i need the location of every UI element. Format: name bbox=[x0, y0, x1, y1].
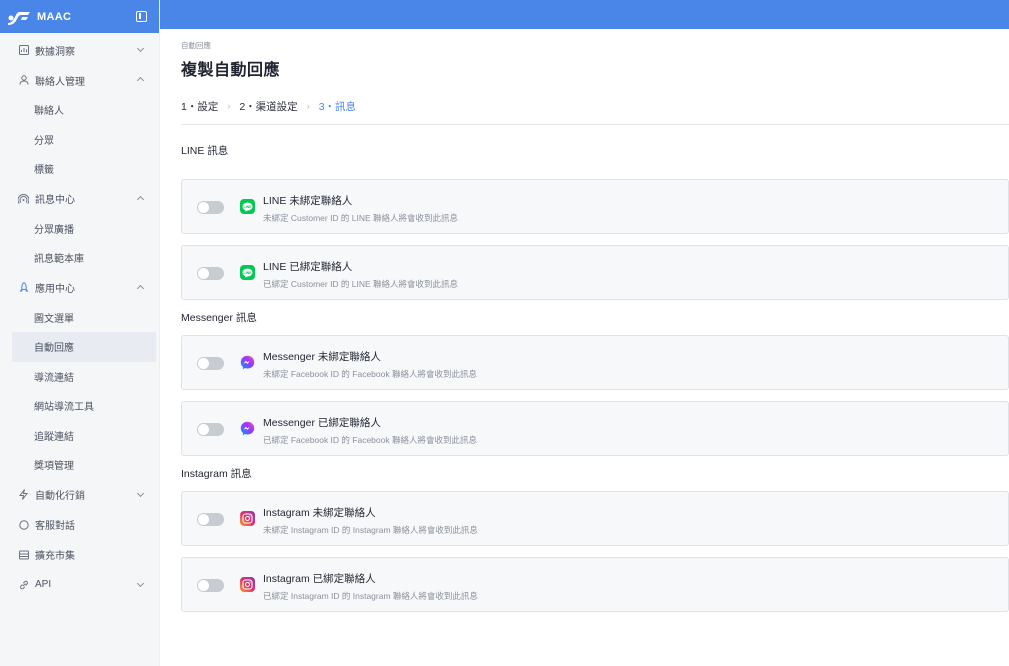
sidebar-group-2[interactable]: 訊息中心 bbox=[0, 184, 159, 214]
sidebar-group-label: 擴充市集 bbox=[35, 551, 75, 562]
top-bar bbox=[160, 0, 1009, 29]
card-title: Instagram 未綁定聯絡人 bbox=[263, 507, 376, 519]
sidebar-group-label: 訊息中心 bbox=[35, 195, 75, 206]
sidebar-item-2-0[interactable]: 分眾廣播 bbox=[0, 214, 159, 244]
sidebar: MAAC 數據洞察聯絡人管理聯絡人 分眾 標籤訊息中心分眾廣播 訊息範本庫應用中心圖文… bbox=[0, 0, 160, 666]
enable-toggle[interactable] bbox=[197, 579, 224, 592]
message-card[interactable]: Instagram 已綁定聯絡人已綁定 Instagram ID 的 Insta… bbox=[181, 557, 1009, 612]
sidebar-group-label: 數據洞察 bbox=[35, 46, 75, 58]
store-icon bbox=[18, 549, 29, 560]
chevron-up-icon[interactable] bbox=[136, 76, 145, 85]
enable-toggle[interactable] bbox=[197, 423, 224, 436]
message-sections: LINE 訊息 LINE LINE 未綁定聯絡人未綁定 Customer ID 的 … bbox=[181, 143, 1009, 612]
sidebar-group-label: 客服對話 bbox=[35, 521, 75, 532]
sidebar-item-3-2[interactable]: 導流連結 bbox=[0, 362, 159, 392]
user-icon bbox=[18, 75, 29, 86]
chevron-down-icon[interactable] bbox=[136, 489, 145, 497]
step-chevron-icon: › bbox=[306, 101, 310, 111]
step-chevron-icon: › bbox=[227, 101, 231, 111]
sidebar-group-label: API bbox=[35, 579, 52, 590]
line-icon: LINE bbox=[240, 199, 255, 214]
sidebar-item-2-1[interactable]: 訊息範本庫 bbox=[0, 243, 159, 273]
message-card[interactable]: LINE LINE 未綁定聯絡人未綁定 Customer ID 的 LINE 聯絡… bbox=[181, 179, 1009, 234]
card-title: Messenger 已綁定聯絡人 bbox=[263, 417, 381, 429]
card-description: 已綁定 Instagram ID 的 Instagram 聯絡人將會收到此訊息 bbox=[263, 591, 478, 601]
section-messenger: Messenger 訊息 Messenger 未綁定聯絡人未綁定 Facebook… bbox=[181, 310, 1009, 456]
sidebar-group-7[interactable]: API bbox=[0, 570, 159, 600]
broadcast-icon bbox=[18, 193, 29, 204]
breadcrumb[interactable]: 自動回應 bbox=[181, 40, 1009, 51]
chat-icon bbox=[18, 519, 29, 530]
sidebar-group-label: 聯絡人管理 bbox=[35, 76, 85, 88]
sidebar-group-4[interactable]: 自動化行銷 bbox=[0, 480, 159, 510]
card-title: Instagram 已綁定聯絡人 bbox=[263, 573, 376, 585]
chart-icon bbox=[18, 45, 29, 56]
section-instagram: Instagram 訊息 Instagram 未綁定聯絡人未綁定 Instagra… bbox=[181, 466, 1009, 612]
sidebar-item-1-1[interactable]: 分眾 bbox=[0, 125, 159, 155]
chevron-down-icon[interactable] bbox=[136, 44, 145, 53]
sidebar-group-label: 自動化行銷 bbox=[35, 491, 85, 502]
card-description: 已綁定 Facebook ID 的 Facebook 聯絡人將會收到此訊息 bbox=[263, 435, 477, 445]
sidebar-item-3-5[interactable]: 獎項管理 bbox=[0, 450, 159, 480]
chevron-up-icon[interactable] bbox=[136, 195, 145, 203]
sidebar-item-3-1[interactable]: 自動回應 bbox=[12, 332, 156, 362]
sidebar-item-3-3[interactable]: 網站導流工具 bbox=[0, 391, 159, 421]
enable-toggle[interactable] bbox=[197, 513, 224, 526]
enable-toggle[interactable] bbox=[197, 267, 224, 280]
messenger-icon bbox=[240, 421, 255, 436]
message-card[interactable]: Messenger 未綁定聯絡人未綁定 Facebook ID 的 Facebo… bbox=[181, 335, 1009, 390]
sidebar-group-label: 應用中心 bbox=[35, 284, 75, 295]
enable-toggle[interactable] bbox=[197, 201, 224, 214]
instagram-icon bbox=[240, 511, 255, 526]
stepper: 1・設定 › 2・渠道設定 › 3・訊息 bbox=[181, 96, 1009, 116]
message-card[interactable]: Messenger 已綁定聯絡人已綁定 Facebook ID 的 Facebo… bbox=[181, 401, 1009, 456]
section-line: LINE 訊息 LINE LINE 未綁定聯絡人未綁定 Customer ID 的 … bbox=[181, 143, 1009, 300]
line-icon: LINE bbox=[240, 265, 255, 280]
card-title: LINE 未綁定聯絡人 bbox=[263, 195, 353, 207]
step-1[interactable]: 1・設定 bbox=[181, 99, 218, 114]
chevron-down-icon[interactable] bbox=[136, 579, 145, 587]
section-title: Messenger 訊息 bbox=[181, 312, 257, 324]
bolt-icon bbox=[18, 489, 29, 500]
sidebar-group-1[interactable]: 聯絡人管理 bbox=[0, 65, 159, 95]
rocket-icon bbox=[18, 282, 29, 293]
card-title: Messenger 未綁定聯絡人 bbox=[263, 351, 381, 363]
svg-text:LINE: LINE bbox=[243, 271, 252, 275]
chevron-up-icon[interactable] bbox=[136, 284, 145, 292]
sidebar-collapse-icon[interactable] bbox=[136, 11, 147, 22]
maac-logo-icon bbox=[8, 11, 30, 25]
message-card[interactable]: LINE LINE 已綁定聯絡人已綁定 Customer ID 的 LINE 聯絡… bbox=[181, 245, 1009, 300]
step-3[interactable]: 3・訊息 bbox=[319, 99, 356, 114]
link-icon bbox=[18, 579, 29, 590]
messenger-icon bbox=[240, 355, 255, 370]
sidebar-item-1-0[interactable]: 聯絡人 bbox=[0, 95, 159, 125]
svg-text:LINE: LINE bbox=[243, 205, 252, 209]
main-content: 自動回應 複製自動回應 1・設定 › 2・渠道設定 › 3・訊息 LINE 訊息 LINE… bbox=[181, 29, 1009, 612]
step-2[interactable]: 2・渠道設定 bbox=[239, 99, 297, 114]
enable-toggle[interactable] bbox=[197, 357, 224, 370]
card-description: 未綁定 Facebook ID 的 Facebook 聯絡人將會收到此訊息 bbox=[263, 369, 477, 379]
section-title: LINE 訊息 bbox=[181, 145, 229, 157]
sidebar-item-3-0[interactable]: 圖文選單 bbox=[0, 303, 159, 333]
card-description: 未綁定 Customer ID 的 LINE 聯絡人將會收到此訊息 bbox=[263, 213, 459, 223]
sidebar-group-3[interactable]: 應用中心 bbox=[0, 273, 159, 303]
sidebar-item-3-4[interactable]: 追蹤連結 bbox=[0, 421, 159, 451]
sidebar-item-1-2[interactable]: 標籤 bbox=[0, 154, 159, 184]
sidebar-nav: 數據洞察聯絡人管理聯絡人 分眾 標籤訊息中心分眾廣播 訊息範本庫應用中心圖文選單 自動回… bbox=[0, 33, 159, 600]
page-title: 複製自動回應 bbox=[181, 62, 281, 79]
divider bbox=[181, 124, 1009, 125]
card-title: LINE 已綁定聯絡人 bbox=[263, 261, 353, 273]
sidebar-group-6[interactable]: 擴充市集 bbox=[0, 540, 159, 570]
sidebar-group-0[interactable]: 數據洞察 bbox=[0, 35, 159, 65]
section-title: Instagram 訊息 bbox=[181, 468, 252, 480]
card-description: 未綁定 Instagram ID 的 Instagram 聯絡人將會收到此訊息 bbox=[263, 525, 478, 535]
brand-bar: MAAC bbox=[0, 0, 159, 33]
brand-name: MAAC bbox=[37, 10, 72, 23]
message-card[interactable]: Instagram 未綁定聯絡人未綁定 Instagram ID 的 Insta… bbox=[181, 491, 1009, 546]
sidebar-group-5[interactable]: 客服對話 bbox=[0, 510, 159, 540]
card-description: 已綁定 Customer ID 的 LINE 聯絡人將會收到此訊息 bbox=[263, 279, 459, 289]
instagram-icon bbox=[240, 577, 255, 592]
